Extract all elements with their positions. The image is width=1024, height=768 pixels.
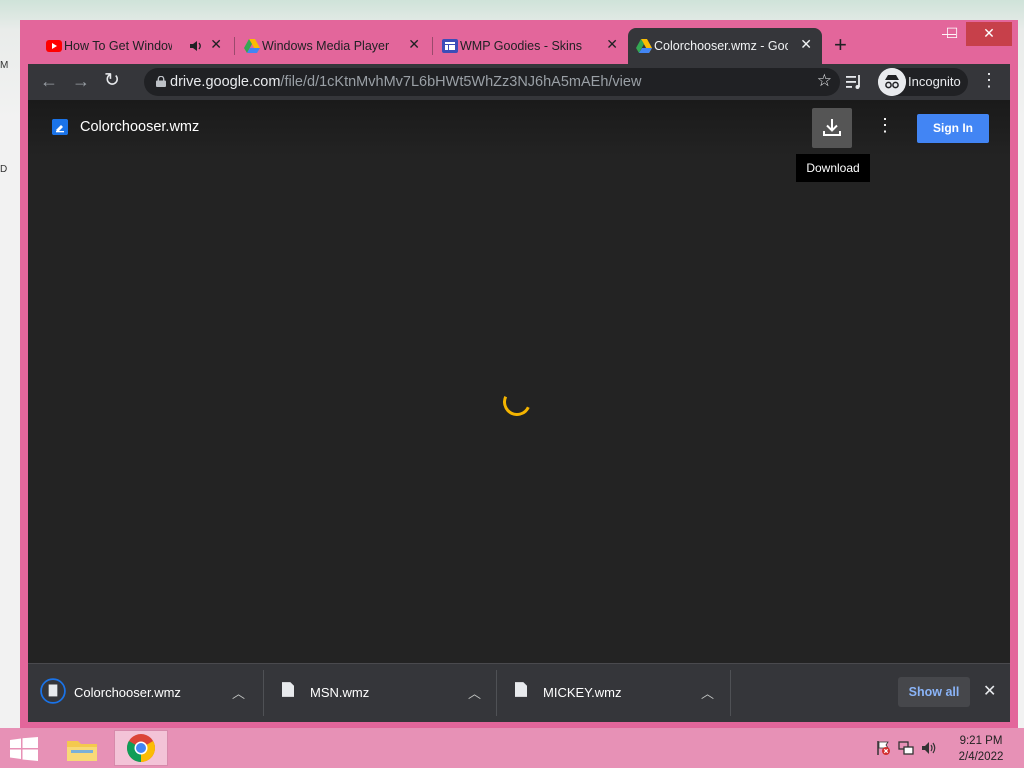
browser-window: How To Get Windows ✕ Windows Media Playe…	[20, 20, 1018, 728]
close-tab-icon[interactable]: ✕	[606, 36, 618, 53]
media-control-icon[interactable]	[846, 74, 864, 90]
file-icon	[515, 682, 527, 697]
tab-strip: How To Get Windows ✕ Windows Media Playe…	[20, 20, 1018, 64]
tab-title: How To Get Windows	[64, 39, 172, 53]
download-item[interactable]: Colorchooser.wmz ︿	[28, 664, 261, 722]
tab-title: Colorchooser.wmz - Goo	[654, 39, 788, 53]
taskbar: 9:21 PM 2/4/2022	[0, 728, 1024, 768]
loading-spinner-icon	[499, 384, 535, 420]
close-shelf-icon[interactable]: ✕	[983, 681, 996, 701]
tab-windows-media-player[interactable]: Windows Media Player & ✕	[236, 28, 430, 64]
show-all-downloads-button[interactable]: Show all	[898, 677, 970, 707]
close-tab-icon[interactable]: ✕	[800, 36, 812, 53]
chrome-icon	[127, 734, 155, 762]
close-tab-icon[interactable]: ✕	[210, 36, 222, 53]
file-title: Colorchooser.wmz	[80, 119, 200, 135]
browser-toolbar: ← → ↻ drive.google.com/file/d/1cKtnMvhMv…	[28, 64, 1010, 100]
file-type-icon	[52, 119, 68, 135]
clock-time: 9:21 PM	[959, 735, 1003, 747]
forward-icon[interactable]: →	[72, 72, 90, 90]
speaker-icon[interactable]	[189, 40, 202, 52]
youtube-icon	[46, 40, 62, 52]
chrome-menu-icon[interactable]: ⋮	[980, 71, 998, 89]
sign-in-button[interactable]: Sign In	[917, 114, 989, 143]
reload-icon[interactable]: ↻	[104, 71, 120, 90]
maximize-icon[interactable]: ☐	[935, 22, 969, 46]
download-button[interactable]	[812, 108, 852, 148]
download-filename: MSN.wmz	[310, 685, 370, 700]
system-clock[interactable]: 9:21 PM 2/4/2022	[950, 733, 1012, 765]
viewer-header: Colorchooser.wmz ⋮ Sign In	[28, 100, 1010, 156]
drive-viewer: Colorchooser.wmz ⋮ Sign In Download	[28, 100, 1010, 663]
chrome-taskbar-button[interactable]	[114, 730, 168, 766]
url-text: drive.google.com/file/d/1cKtnMvhMv7L6bHW…	[170, 74, 642, 90]
download-item[interactable]: MICKEY.wmz ︿	[497, 664, 730, 722]
desktop-icon-label: D	[0, 164, 8, 175]
download-filename: MICKEY.wmz	[543, 685, 622, 700]
address-bar[interactable]: drive.google.com/file/d/1cKtnMvhMv7L6bHW…	[144, 68, 840, 96]
windows-start-icon[interactable]	[10, 737, 38, 761]
chevron-up-icon[interactable]: ︿	[701, 683, 714, 702]
file-explorer-taskbar-button[interactable]	[58, 730, 106, 766]
new-tab-icon[interactable]: +	[834, 34, 847, 56]
action-center-flag-icon[interactable]	[875, 740, 891, 756]
incognito-profile-button[interactable]: Incognito	[878, 68, 968, 96]
shelf-separator	[730, 670, 731, 716]
download-item[interactable]: MSN.wmz ︿	[264, 664, 497, 722]
website-icon	[442, 39, 458, 53]
close-window-icon[interactable]: ✕	[966, 22, 1012, 46]
google-drive-icon	[636, 39, 652, 53]
tab-wmp-goodies[interactable]: WMP Goodies - Skins ✕	[434, 28, 628, 64]
close-tab-icon[interactable]: ✕	[408, 36, 420, 53]
folder-icon	[67, 741, 97, 761]
lock-icon[interactable]	[156, 76, 166, 87]
tab-separator	[234, 37, 235, 55]
desktop-icon-label: M	[0, 60, 9, 71]
clock-date: 2/4/2022	[958, 751, 1004, 763]
incognito-icon	[878, 68, 906, 96]
tab-separator	[432, 37, 433, 55]
tab-title: Windows Media Player &	[262, 39, 392, 53]
volume-icon[interactable]	[921, 740, 937, 756]
download-progress-icon	[40, 678, 66, 704]
file-icon	[282, 682, 294, 697]
profile-label: Incognito	[908, 74, 961, 89]
download-shelf: Colorchooser.wmz ︿ MSN.wmz ︿ MICKEY.wmz …	[28, 663, 1010, 722]
back-icon[interactable]: ←	[40, 72, 58, 90]
network-icon[interactable]	[898, 740, 914, 756]
download-tooltip: Download	[796, 154, 870, 182]
download-icon	[823, 119, 841, 136]
google-drive-icon	[244, 39, 260, 53]
download-filename: Colorchooser.wmz	[74, 685, 181, 700]
chevron-up-icon[interactable]: ︿	[468, 683, 481, 702]
chevron-up-icon[interactable]: ︿	[232, 683, 245, 702]
tab-title: WMP Goodies - Skins	[460, 39, 583, 53]
more-options-icon[interactable]: ⋮	[876, 116, 894, 134]
tab-youtube[interactable]: How To Get Windows ✕	[38, 28, 232, 64]
tab-colorchooser[interactable]: Colorchooser.wmz - Goo ✕	[628, 28, 822, 64]
bookmark-star-icon[interactable]: ☆	[817, 71, 832, 91]
